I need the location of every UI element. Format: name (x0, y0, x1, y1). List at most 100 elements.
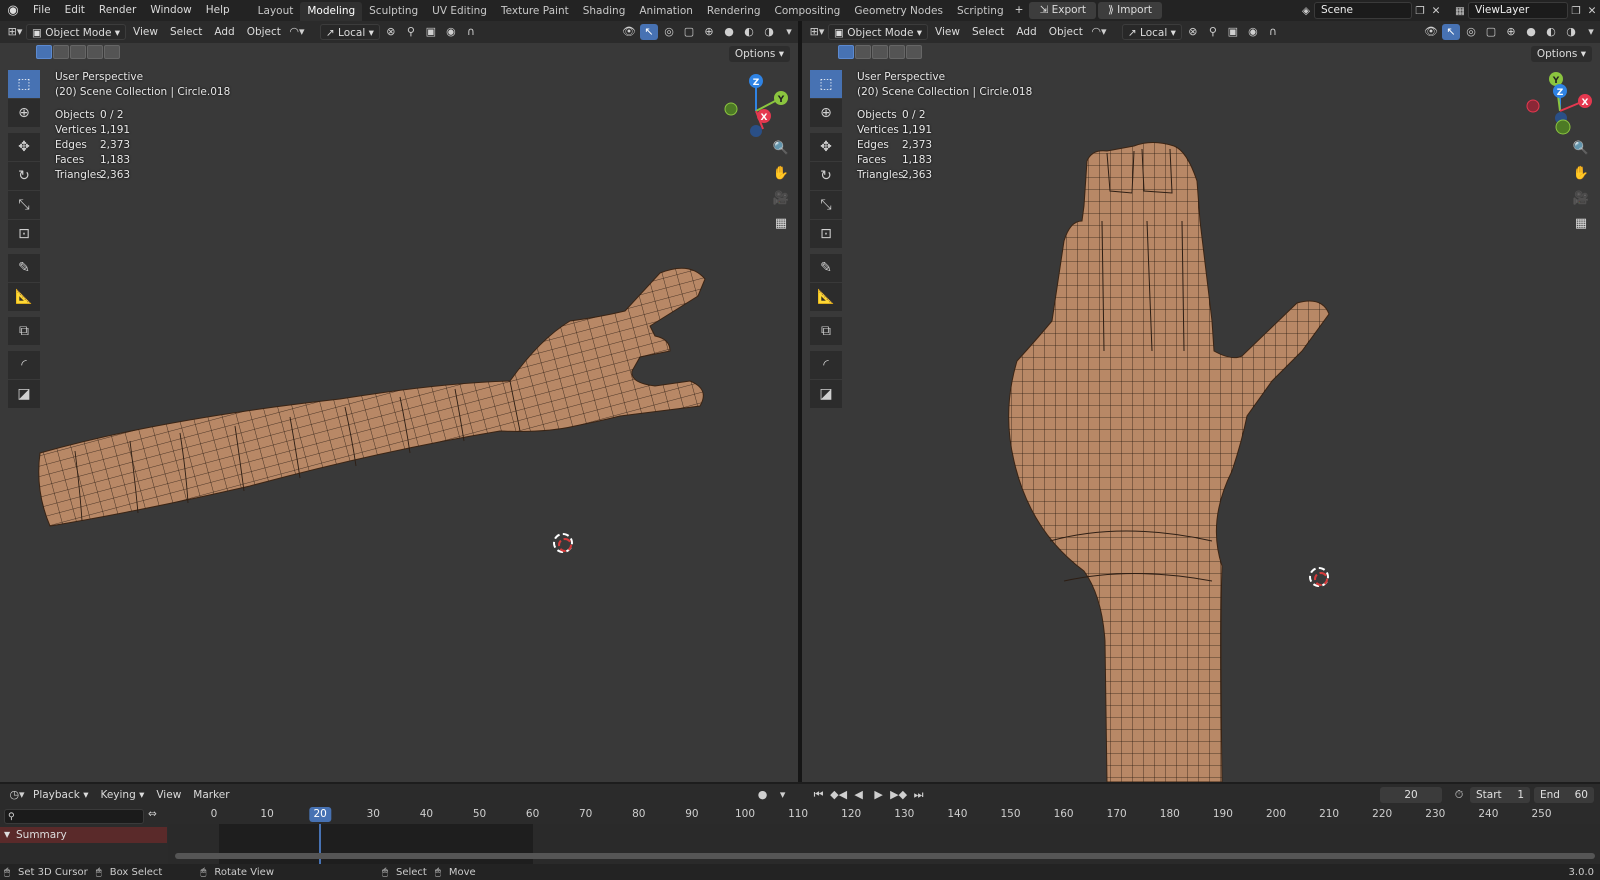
tab-animation[interactable]: Animation (632, 2, 700, 21)
current-frame-indicator[interactable]: 20 (309, 807, 331, 822)
current-frame-field[interactable]: 20 (1380, 787, 1442, 803)
preview-range-icon[interactable]: ⏱ (1450, 787, 1468, 803)
import-label: Import (1117, 4, 1153, 16)
menu-edit[interactable]: Edit (58, 0, 92, 21)
prev-keyframe-icon[interactable]: ◆◀ (830, 787, 848, 803)
keying-menu[interactable]: Keying ▾ (95, 787, 149, 803)
3d-cursor-icon[interactable] (1309, 567, 1329, 587)
mouse-right-icon: 🖱 (434, 866, 441, 878)
end-label: End (1540, 789, 1560, 801)
viewport-left[interactable]: ⊞▾ ▣ Object Mode ▾ View Select Add Objec… (0, 21, 798, 782)
new-scene-icon[interactable]: ❐ (1412, 5, 1428, 17)
channel-search-input[interactable]: ⚲ (4, 809, 144, 824)
jump-start-icon[interactable]: ⏮ (810, 787, 828, 803)
tab-geometry-nodes[interactable]: Geometry Nodes (847, 2, 950, 21)
tab-rendering[interactable]: Rendering (700, 2, 768, 21)
version-label: 3.0.0 (1568, 866, 1594, 878)
viewport-right[interactable]: ⊞▾ ▣ Object Mode ▾ View Select Add Objec… (802, 21, 1600, 782)
frame-tick-label: 140 (947, 808, 968, 820)
mouse-left-icon: 🖱 (4, 866, 10, 878)
keying-label: Keying (100, 789, 136, 801)
record-icon[interactable]: ● (754, 787, 772, 803)
delete-scene-icon[interactable]: ✕ (1428, 5, 1444, 17)
end-value: 60 (1574, 789, 1588, 801)
tab-modeling[interactable]: Modeling (300, 2, 363, 21)
frame-tick-label: 130 (894, 808, 915, 820)
status-hint: Move (448, 866, 476, 878)
frame-tick-label: 210 (1319, 808, 1340, 820)
import-button[interactable]: ⟫ Import (1097, 2, 1163, 19)
play-reverse-icon[interactable]: ◀ (850, 787, 868, 803)
tab-texture-paint[interactable]: Texture Paint (494, 2, 576, 21)
timeline-scrollbar[interactable] (175, 853, 1595, 859)
mouse-drag-icon: 🖱 (95, 866, 102, 878)
tab-layout[interactable]: Layout (251, 2, 301, 21)
status-bar: 🖱 Set 3D Cursor 🖱 Box Select 🖱 Rotate Vi… (0, 864, 1600, 880)
menu-file[interactable]: File (26, 0, 58, 21)
frame-tick-label: 80 (632, 808, 646, 820)
frame-tick-label: 250 (1531, 808, 1552, 820)
start-frame-field[interactable]: Start 1 (1470, 787, 1530, 803)
scene-icon[interactable]: ◈ (1298, 5, 1314, 17)
frame-tick-label: 100 (734, 808, 756, 820)
timeline-channels: ⚲ ⇔ ▼ Summary (0, 806, 168, 864)
summary-label: Summary (16, 829, 67, 841)
next-keyframe-icon[interactable]: ▶◆ (890, 787, 908, 803)
view-layer-icon[interactable]: ▦ (1452, 5, 1468, 17)
scene-name-field[interactable]: Scene (1314, 2, 1412, 19)
tab-uv-editing[interactable]: UV Editing (425, 2, 494, 21)
blender-logo-icon[interactable]: ◉ (0, 0, 26, 21)
frame-tick-label: 220 (1372, 808, 1393, 820)
frame-tick-label: 10 (260, 808, 274, 820)
frame-tick-label: 150 (1000, 808, 1021, 820)
menu-render[interactable]: Render (92, 0, 143, 21)
3d-cursor-icon[interactable] (553, 533, 573, 553)
timeline-editor-type-icon[interactable]: ◷▾ (8, 787, 26, 803)
timeline-view-menu[interactable]: View (151, 787, 186, 803)
frame-tick-label: 160 (1053, 808, 1074, 820)
jump-end-icon[interactable]: ⏭ (910, 787, 928, 803)
export-icon: ⇲ (1039, 4, 1052, 16)
swap-icon[interactable]: ⇔ (148, 808, 157, 820)
frame-tick-label: 110 (788, 808, 809, 820)
start-value: 1 (1517, 789, 1524, 801)
mouse-right-icon: 🖱 (382, 866, 388, 878)
status-hint: Select (396, 866, 427, 878)
frame-tick-label: 120 (841, 808, 862, 820)
arm-shape (38, 267, 706, 527)
frame-tick-label: 60 (525, 808, 540, 820)
timeline-header: ◷▾ Playback ▾ Keying ▾ View Marker ● ▾ ⏮… (0, 784, 1600, 806)
start-label: Start (1476, 789, 1502, 801)
arm-mesh[interactable] (0, 21, 798, 782)
frame-ruler[interactable]: 0 10 20 30 40 50 60 70 80 90 100 110 120 130 140 150 160… (168, 806, 1600, 824)
tab-scripting[interactable]: Scripting (950, 2, 1011, 21)
frame-tick-label: 170 (1106, 808, 1127, 820)
view-layer-field[interactable]: ViewLayer (1468, 2, 1568, 19)
hand-mesh[interactable] (802, 21, 1600, 782)
search-icon: ⚲ (8, 812, 15, 822)
expand-triangle-icon[interactable]: ▼ (4, 827, 10, 843)
playback-label: Playback (33, 789, 80, 801)
menu-help[interactable]: Help (199, 0, 237, 21)
export-label: Export (1051, 4, 1086, 16)
add-workspace-button[interactable]: + (1011, 0, 1028, 21)
play-icon[interactable]: ▶ (870, 787, 888, 803)
tab-compositing[interactable]: Compositing (768, 2, 848, 21)
summary-channel[interactable]: ▼ Summary (0, 827, 167, 843)
frame-tick-label: 0 (210, 808, 218, 820)
tab-sculpting[interactable]: Sculpting (362, 2, 425, 21)
new-view-layer-icon[interactable]: ❐ (1568, 5, 1584, 17)
mouse-middle-icon: 🖱 (200, 866, 207, 878)
delete-view-layer-icon[interactable]: ✕ (1584, 5, 1600, 17)
frame-tick-label: 50 (472, 808, 487, 820)
menu-window[interactable]: Window (143, 0, 198, 21)
frame-tick-label: 70 (579, 808, 593, 820)
tab-shading[interactable]: Shading (576, 2, 633, 21)
frame-tick-label: 30 (366, 808, 380, 820)
record-options-icon[interactable]: ▾ (774, 787, 792, 803)
end-frame-field[interactable]: End 60 (1534, 787, 1594, 803)
export-button[interactable]: ⇲ Export (1029, 2, 1096, 19)
top-bar: ◉ File Edit Render Window Help Layout Mo… (0, 0, 1600, 21)
marker-menu[interactable]: Marker (188, 787, 234, 803)
playback-menu[interactable]: Playback ▾ (28, 787, 93, 803)
